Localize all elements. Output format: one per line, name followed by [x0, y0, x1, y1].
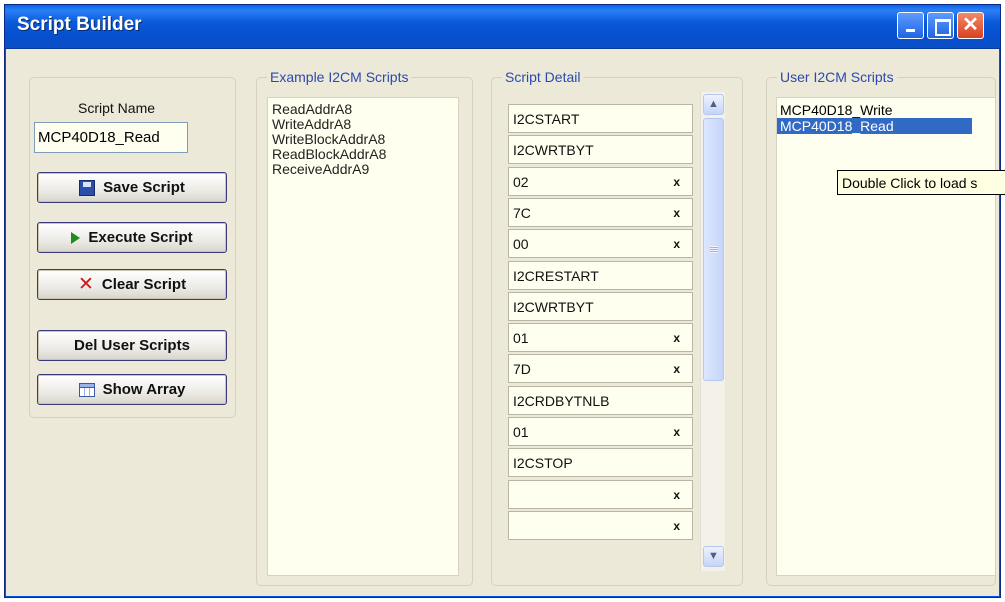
minimize-button[interactable]	[897, 12, 924, 39]
delete-row-icon[interactable]: x	[673, 237, 680, 251]
save-disk-icon	[79, 179, 96, 196]
grip-icon	[710, 246, 718, 253]
script-detail-value: 7C	[513, 205, 531, 221]
delete-row-icon[interactable]: x	[673, 519, 680, 533]
script-detail-row[interactable]: I2CRDBYTNLB	[508, 386, 693, 415]
script-detail-row[interactable]: 00 x	[508, 229, 693, 258]
user-scripts-list[interactable]: MCP40D18_Write MCP40D18_Read	[776, 97, 996, 576]
script-detail-title: Script Detail	[502, 69, 584, 85]
example-scripts-list[interactable]: ReadAddrA8 WriteAddrA8 WriteBlockAddrA8 …	[267, 97, 459, 576]
close-icon: ✕	[962, 14, 979, 36]
play-icon	[71, 231, 81, 244]
close-button[interactable]: ✕	[957, 12, 984, 39]
script-detail-value: I2CWRTBYT	[513, 299, 594, 315]
script-detail-value: I2CSTART	[513, 111, 580, 127]
user-scripts-title: User I2CM Scripts	[777, 69, 897, 85]
execute-script-label: Execute Script	[88, 229, 193, 246]
script-detail-row[interactable]: I2CSTOP	[508, 448, 693, 477]
scroll-up-button[interactable]: ▲	[703, 94, 724, 115]
script-name-label: Script Name	[78, 100, 156, 116]
script-detail-value: 02	[513, 174, 529, 190]
script-detail-row[interactable]: I2CRESTART	[508, 261, 693, 290]
script-detail-row[interactable]: 7D x	[508, 354, 693, 383]
delete-row-icon[interactable]: x	[673, 331, 680, 345]
save-script-label: Save Script	[103, 179, 185, 196]
script-detail-row[interactable]: 01 x	[508, 417, 693, 446]
list-item[interactable]: WriteBlockAddrA8	[272, 132, 458, 147]
delete-row-icon[interactable]: x	[673, 488, 680, 502]
clear-script-label: Clear Script	[101, 276, 187, 293]
script-detail-value: 00	[513, 236, 529, 252]
script-detail-row[interactable]: I2CWRTBYT	[508, 135, 693, 164]
title-bar[interactable]: Script Builder ✕	[5, 5, 1000, 49]
user-script-item[interactable]: MCP40D18_Write	[777, 102, 972, 118]
script-detail-value: I2CSTOP	[513, 455, 573, 471]
scroll-down-button[interactable]: ▼	[703, 546, 724, 567]
list-item[interactable]: ReadAddrA8	[272, 102, 458, 117]
execute-script-button[interactable]: Execute Script	[37, 222, 227, 253]
script-detail-value: I2CRDBYTNLB	[513, 393, 610, 409]
del-user-scripts-label: Del User Scripts	[74, 337, 190, 354]
delete-row-icon[interactable]: x	[673, 206, 680, 220]
save-script-button[interactable]: Save Script	[37, 172, 227, 203]
window-title: Script Builder	[17, 14, 142, 35]
script-detail-row[interactable]: x	[508, 480, 693, 509]
script-detail-value: I2CRESTART	[513, 268, 599, 284]
script-detail-value: 01	[513, 330, 529, 346]
script-detail-row[interactable]: 7C x	[508, 198, 693, 227]
list-item[interactable]: WriteAddrA8	[272, 117, 458, 132]
scroll-thumb[interactable]	[703, 118, 724, 381]
example-scripts-title: Example I2CM Scripts	[267, 69, 412, 85]
script-detail-row[interactable]: 01 x	[508, 323, 693, 352]
clear-script-button[interactable]: ✕ Clear Script	[37, 269, 227, 300]
maximize-button[interactable]	[927, 12, 954, 39]
script-detail-value: 7D	[513, 361, 531, 377]
script-detail-value: I2CWRTBYT	[513, 142, 594, 158]
delete-row-icon[interactable]: x	[673, 425, 680, 439]
script-detail-row[interactable]: x	[508, 511, 693, 540]
detail-scrollbar[interactable]: ▲ ▼	[700, 92, 725, 571]
script-detail-value: 01	[513, 424, 529, 440]
list-item[interactable]: ReadBlockAddrA8	[272, 147, 458, 162]
delete-row-icon[interactable]: x	[673, 362, 680, 376]
show-array-label: Show Array	[102, 381, 186, 398]
script-name-input[interactable]	[34, 122, 188, 153]
delete-row-icon[interactable]: x	[673, 175, 680, 189]
user-script-item-selected[interactable]: MCP40D18_Read	[777, 118, 972, 134]
list-item[interactable]: ReceiveAddrA9	[272, 162, 458, 177]
show-array-button[interactable]: Show Array	[37, 374, 227, 405]
load-tooltip: Double Click to load s	[837, 170, 1005, 195]
table-grid-icon	[78, 382, 95, 397]
red-x-icon: ✕	[77, 273, 94, 295]
script-detail-row[interactable]: I2CSTART	[508, 104, 693, 133]
script-detail-row[interactable]: I2CWRTBYT	[508, 292, 693, 321]
script-detail-row[interactable]: 02 x	[508, 167, 693, 196]
del-user-scripts-button[interactable]: Del User Scripts	[37, 330, 227, 361]
